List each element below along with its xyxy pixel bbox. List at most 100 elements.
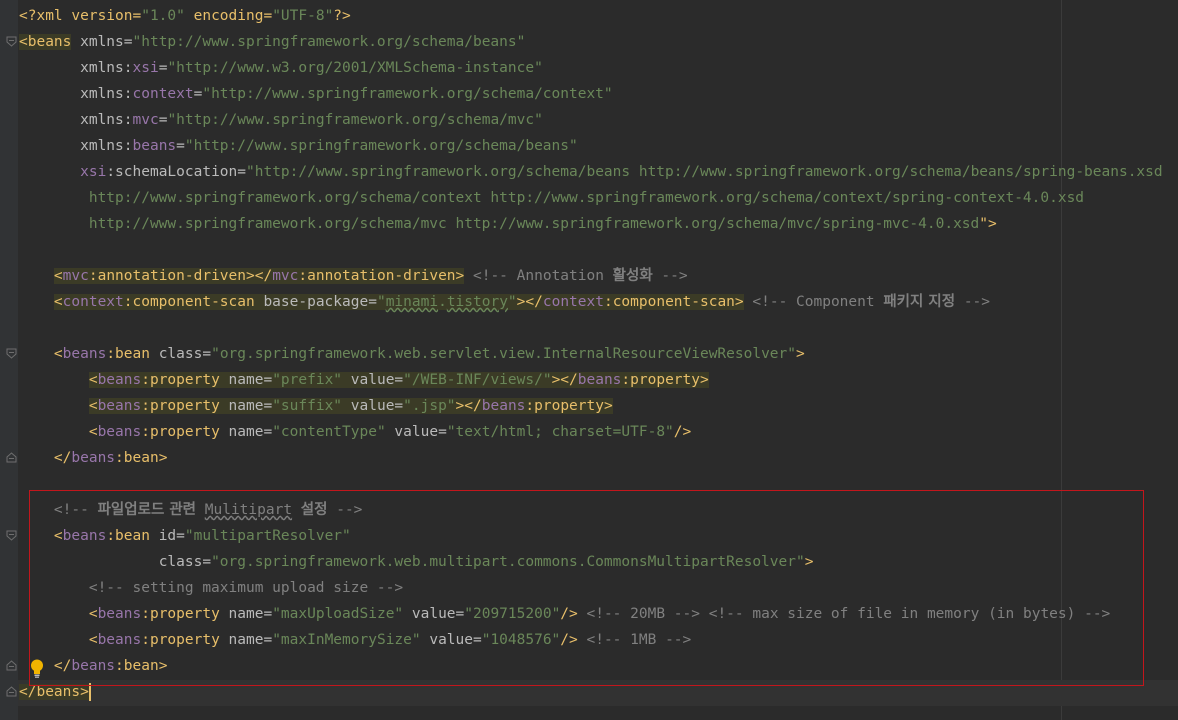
code-line[interactable]: <beans:property name="suffix" value=".js… [19,393,613,419]
code-token: . [438,294,447,310]
code-token: context [542,294,604,310]
code-token: <!-- Annotation [464,268,613,284]
code-token: :property> [621,372,709,388]
code-token: "text/html; charset=UTF-8" [446,424,674,440]
code-token: "suffix" [272,398,343,414]
lightbulb-icon[interactable] [29,658,45,678]
code-line[interactable]: xsi:schemaLocation="http://www.springfra… [19,159,1163,185]
code-token: xmlns: [19,138,133,154]
code-token: mvc [272,268,299,284]
code-line[interactable]: <context:component-scan base-package="mi… [19,289,990,315]
code-token: </beans> [19,684,89,700]
code-line[interactable]: xmlns:mvc="http://www.springframework.or… [19,107,543,133]
code-token: = [176,138,185,154]
fold-icon[interactable] [6,686,17,697]
code-token: encoding= [184,8,273,24]
code-token: :property [141,398,229,414]
code-token: "1.0" [141,8,185,24]
code-token: <!-- Component [743,294,884,310]
code-token: < [19,346,63,362]
code-token: xmlns= [71,34,133,50]
code-token: <beans [19,34,72,50]
code-token: base-package= [263,294,377,310]
code-line[interactable]: <beans xmlns="http://www.springframework… [19,29,525,55]
annotation-box [29,490,1144,686]
code-token: mvc [62,268,89,284]
code-token: " [507,294,517,310]
code-token: mvc [132,112,159,128]
code-token: value= [342,398,404,414]
code-token: :bean> [115,450,168,466]
code-token: beans [97,372,142,388]
code-token: beans [481,398,526,414]
code-line[interactable]: <beans:property name="prefix" value="/WE… [19,367,709,393]
code-line[interactable]: <mvc:annotation-driven></mvc:annotation-… [19,263,688,289]
code-line[interactable]: xmlns:beans="http://www.springframework.… [19,133,578,159]
fold-icon[interactable] [6,530,17,541]
code-token: xsi [132,60,159,76]
code-token: :annotation-driven> [298,268,465,284]
code-token: < [53,294,63,310]
code-token: minami [385,294,439,310]
code-token: < [88,398,98,414]
code-token: /> [673,424,692,440]
code-token: "http://www.springframework.org/schema/b… [132,34,526,50]
code-token: <?xml version= [19,8,142,24]
code-token: "prefix" [272,372,343,388]
fold-icon[interactable] [6,660,17,671]
code-token: http://www.springframework.org/schema/mv… [19,216,980,232]
editor-gutter [0,0,18,720]
code-token: "contentType" [272,424,386,440]
code-token: beans [62,346,107,362]
code-token: beans [132,138,177,154]
code-line[interactable]: <beans:bean class="org.springframework.w… [19,341,805,367]
code-token: xmlns: [19,112,133,128]
code-token: context [62,294,124,310]
code-token: xmlns: [19,60,133,76]
code-line[interactable]: <beans:property name="contentType" value… [19,419,691,445]
code-token: "UTF-8" [272,8,334,24]
code-token: name= [228,372,273,388]
fold-icon[interactable] [6,452,17,463]
code-token: < [53,268,63,284]
fold-icon[interactable] [6,348,17,359]
code-token: < [88,372,98,388]
code-line[interactable]: http://www.springframework.org/schema/mv… [19,211,997,237]
code-token: name= [228,398,273,414]
code-token: context [132,86,194,102]
code-token: "> [979,216,997,232]
code-line[interactable]: <?xml version="1.0" encoding="UTF-8"?> [19,3,351,29]
code-token: "http://www.w3.org/2001/XMLSchema-instan… [167,60,543,76]
code-token: xmlns: [19,86,133,102]
code-token: :bean [106,346,159,362]
code-token: "http://www.springframework.org/schema/b… [246,164,1163,180]
code-token: http://www.springframework.org/schema/co… [19,190,1085,206]
code-token: "http://www.springframework.org/schema/m… [167,112,543,128]
code-token: tistory [446,294,508,310]
code-token: </ [19,450,72,466]
code-token: :component-scan> [603,294,744,310]
code-token: ></ [516,294,543,310]
code-line[interactable]: xmlns:xsi="http://www.w3.org/2001/XMLSch… [19,55,543,81]
fold-icon[interactable] [6,36,17,47]
code-token: 활성화 [612,268,653,284]
code-token: ".jsp" [403,398,456,414]
code-line[interactable]: </beans:bean> [19,445,168,471]
code-token: 패키지 지정 [883,294,956,310]
code-token: value= [342,372,404,388]
code-token: xsi [80,164,107,180]
code-token: value= [385,424,447,440]
code-token: :annotation-driven></ [88,268,273,284]
code-token: :component-scan [123,294,264,310]
code-token: beans [97,424,142,440]
code-line[interactable]: xmlns:context="http://www.springframewor… [19,81,613,107]
code-token: ></ [455,398,482,414]
code-token: beans [97,398,142,414]
code-line[interactable]: http://www.springframework.org/schema/co… [19,185,1084,211]
code-token: ></ [551,372,578,388]
code-token: > [796,346,805,362]
